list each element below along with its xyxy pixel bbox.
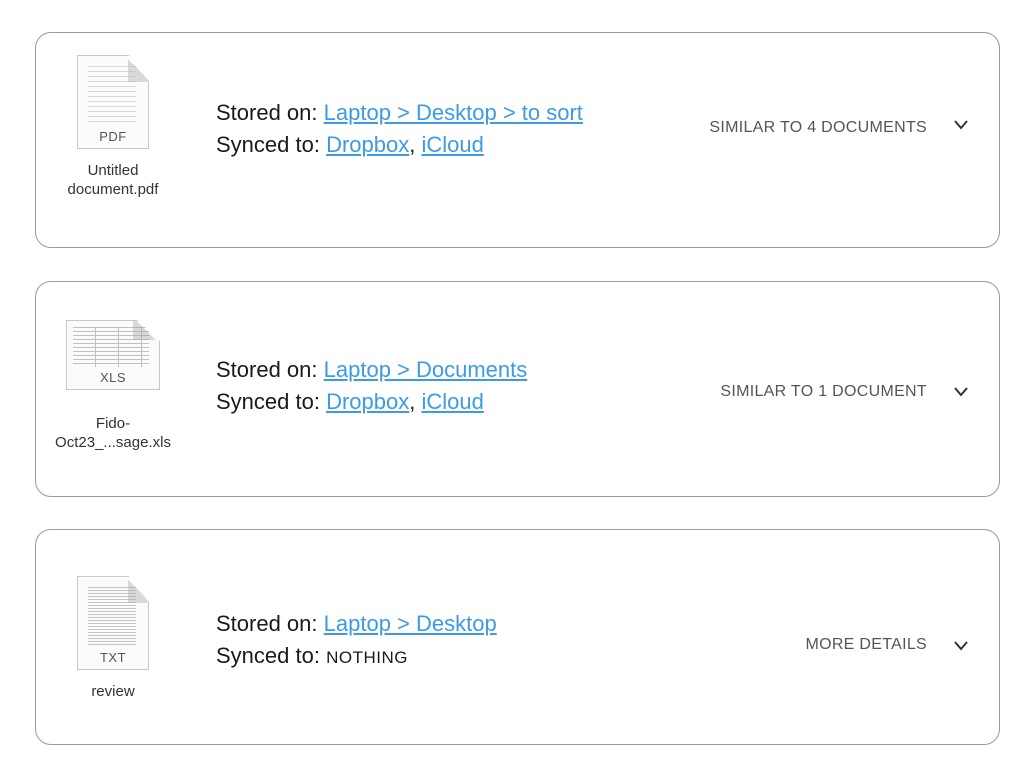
file-name: Fido-Oct23_...sage.xls (55, 415, 171, 451)
stored-on-label: Stored on: (216, 611, 324, 636)
synced-to-label: Synced to: (216, 132, 327, 157)
file-block[interactable]: TXT review (48, 576, 178, 701)
file-name: Untitled document.pdf (67, 162, 159, 198)
synced-to-row: Synced to: NOTHING (216, 640, 497, 674)
stored-on-label: Stored on: (216, 357, 324, 382)
file-extension-label: XLS (99, 370, 127, 385)
similar-documents-button[interactable]: SIMILAR TO 1 DOCUMENT (720, 383, 927, 401)
synced-to-label: Synced to: (216, 389, 327, 414)
stored-path-link[interactable]: Laptop > Documents (324, 357, 528, 382)
separator: , (409, 389, 422, 414)
stored-path-link[interactable]: Laptop > Desktop (324, 611, 497, 636)
file-block[interactable]: XLS Fido-Oct23_...sage.xls (48, 320, 178, 452)
more-details-button[interactable]: MORE DETAILS (805, 636, 927, 654)
synced-to-row: Synced to: Dropbox, iCloud (216, 129, 583, 161)
separator: , (409, 132, 422, 157)
stored-on-label: Stored on: (216, 100, 324, 125)
stored-on-row: Stored on: Laptop > Documents (216, 354, 527, 386)
xls-spreadsheet-icon[interactable]: XLS (66, 320, 160, 390)
chevron-down-icon[interactable] (951, 382, 971, 402)
stored-path-link[interactable]: Laptop > Desktop > to sort (324, 100, 583, 125)
similar-documents-button[interactable]: SIMILAR TO 4 DOCUMENTS (709, 119, 927, 137)
location-info: Stored on: Laptop > Desktop > to sort Sy… (216, 97, 583, 161)
synced-to-label: Synced to: (216, 643, 327, 668)
location-info: Stored on: Laptop > Desktop Synced to: N… (216, 608, 497, 674)
txt-document-icon[interactable]: TXT (77, 576, 149, 670)
stored-on-row: Stored on: Laptop > Desktop (216, 608, 497, 640)
document-card: XLS Fido-Oct23_...sage.xls Stored on: La… (35, 281, 1000, 497)
document-card: TXT review Stored on: Laptop > Desktop S… (35, 529, 1000, 745)
synced-icloud-link[interactable]: iCloud (421, 389, 483, 414)
document-card: PDF Untitled document.pdf Stored on: Lap… (35, 32, 1000, 248)
file-extension-label: TXT (99, 650, 127, 665)
synced-dropbox-link[interactable]: Dropbox (326, 132, 409, 157)
chevron-down-icon[interactable] (951, 115, 971, 135)
file-name: review (91, 683, 135, 700)
synced-to-row: Synced to: Dropbox, iCloud (216, 386, 527, 418)
synced-dropbox-link[interactable]: Dropbox (326, 389, 409, 414)
file-block[interactable]: PDF Untitled document.pdf (48, 55, 178, 199)
location-info: Stored on: Laptop > Documents Synced to:… (216, 354, 527, 418)
file-extension-label: PDF (99, 129, 127, 144)
pdf-document-icon[interactable]: PDF (77, 55, 149, 149)
chevron-down-icon[interactable] (951, 636, 971, 656)
synced-nothing-text: NOTHING (326, 648, 408, 667)
synced-icloud-link[interactable]: iCloud (421, 132, 483, 157)
stored-on-row: Stored on: Laptop > Desktop > to sort (216, 97, 583, 129)
